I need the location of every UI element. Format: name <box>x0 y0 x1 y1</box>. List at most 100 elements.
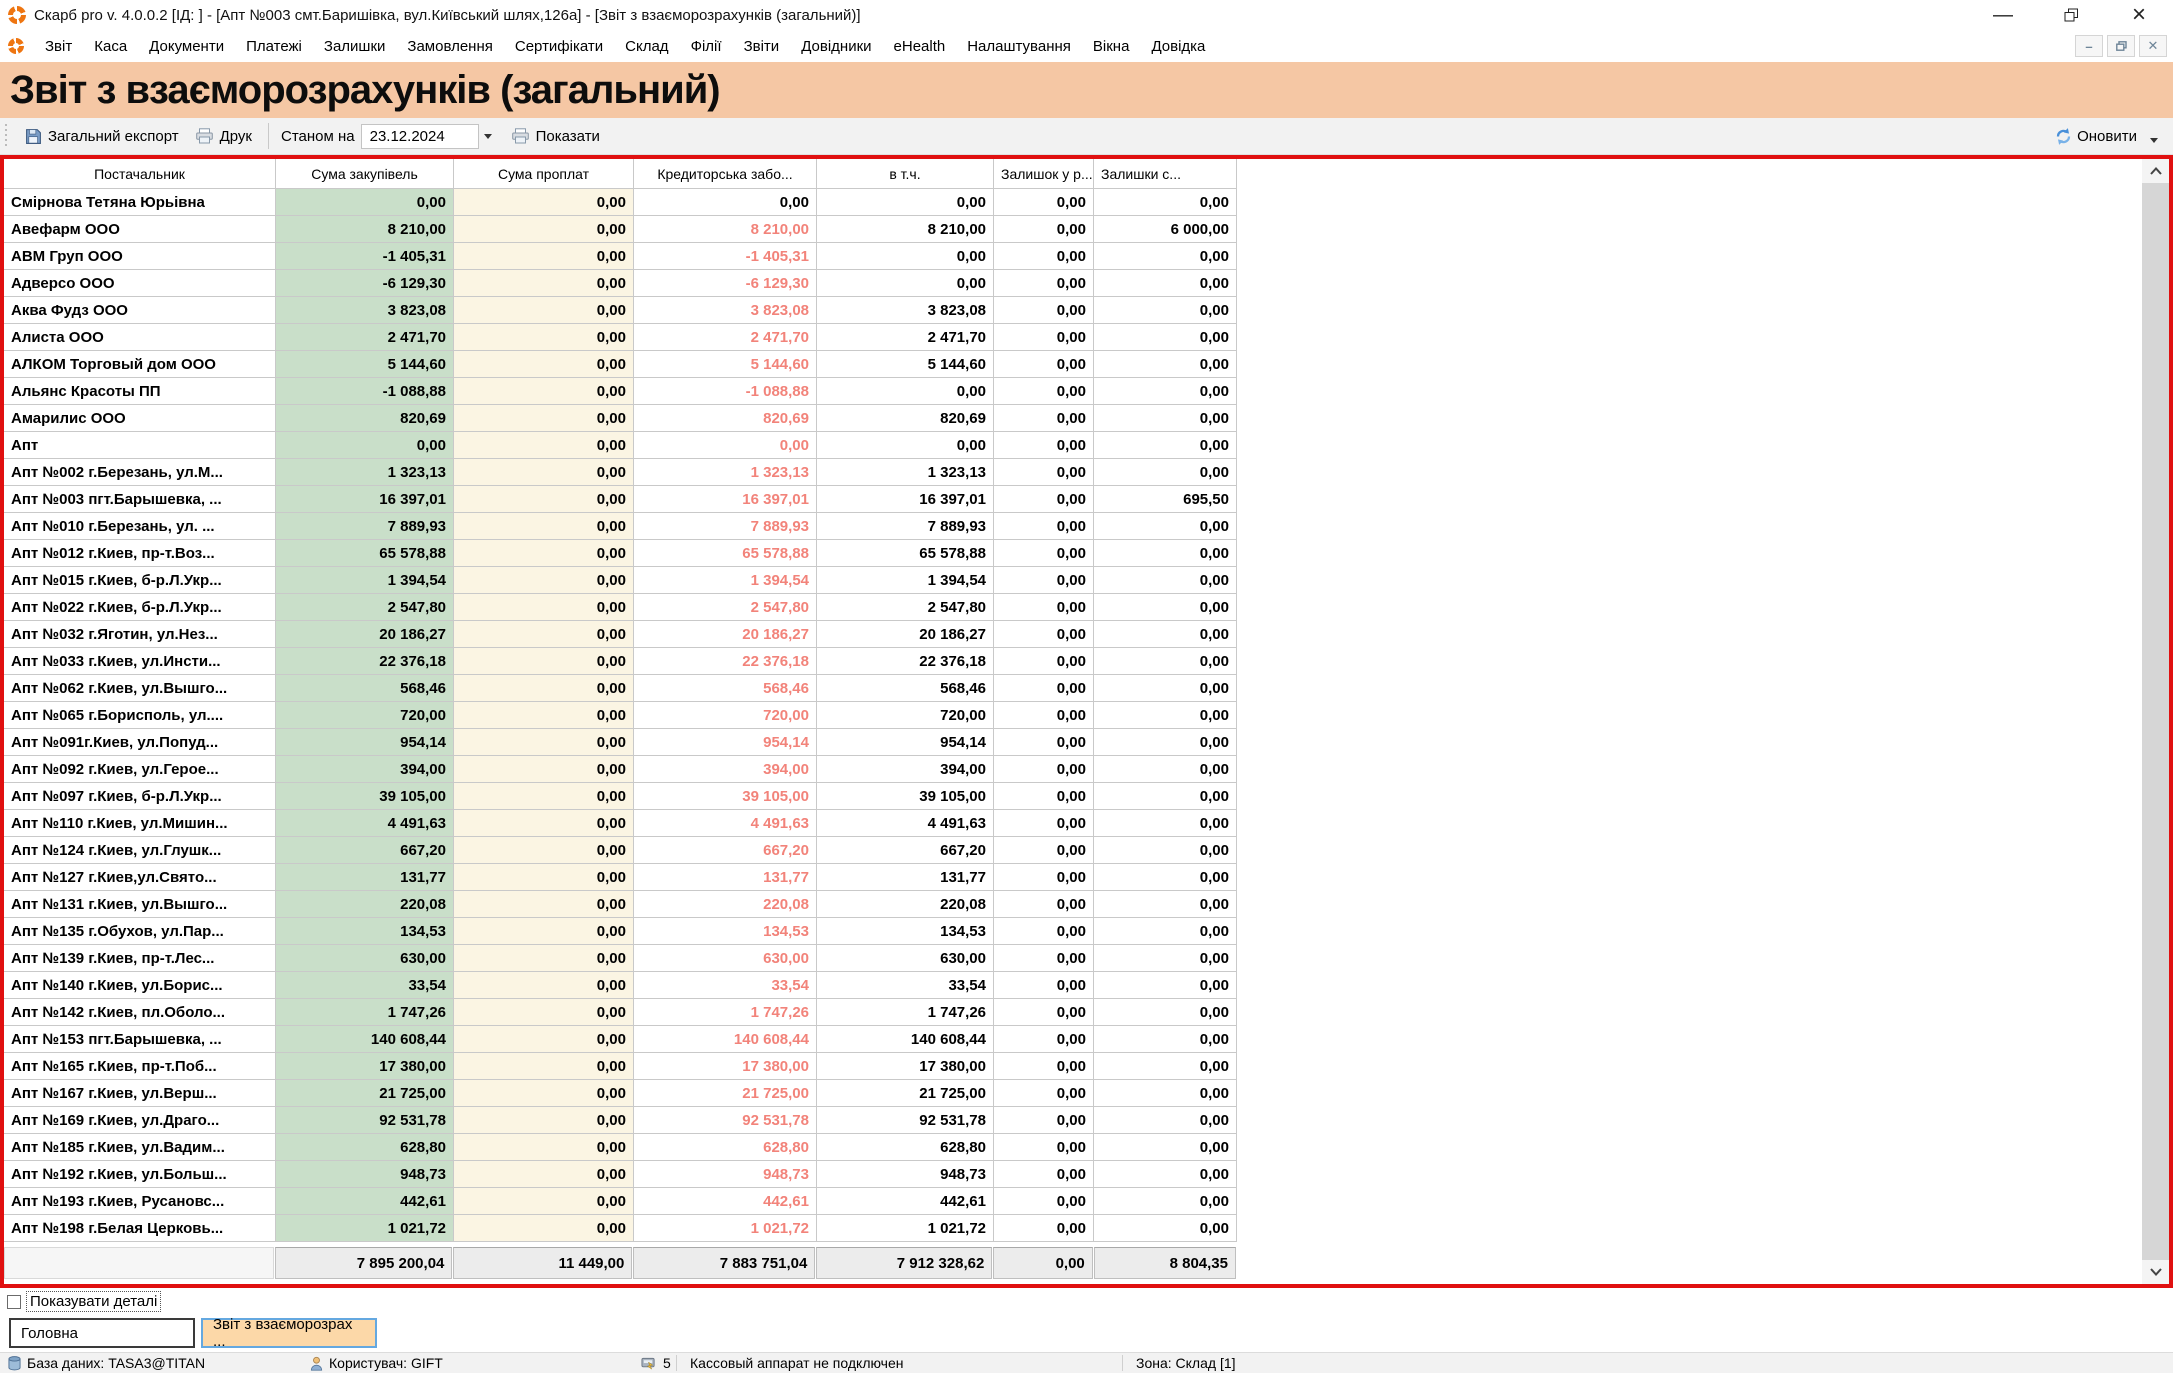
column-header[interactable]: в т.ч. <box>817 159 994 189</box>
close-button[interactable]: × <box>2105 0 2173 30</box>
table-row[interactable]: Апт №140 г.Киев, ул.Борис...33,540,0033,… <box>4 972 1237 999</box>
table-row[interactable]: Апт №062 г.Киев, ул.Вышго...568,460,0056… <box>4 675 1237 702</box>
table-row[interactable]: Апт №092 г.Киев, ул.Герое...394,000,0039… <box>4 756 1237 783</box>
table-row[interactable]: Апт №169 г.Киев, ул.Драго...92 531,780,0… <box>4 1107 1237 1134</box>
table-row[interactable]: Апт №135 г.Обухов, ул.Пар...134,530,0013… <box>4 918 1237 945</box>
menu-item[interactable]: Каса <box>83 34 138 59</box>
date-dropdown-button[interactable] <box>479 124 497 149</box>
table-row[interactable]: Апт №033 г.Киев, ул.Инсти...22 376,180,0… <box>4 648 1237 675</box>
table-row[interactable]: Апт №127 г.Киев,ул.Свято...131,770,00131… <box>4 864 1237 891</box>
menu-item[interactable]: Залишки <box>313 34 397 59</box>
column-header[interactable]: Сума проплат <box>454 159 634 189</box>
menu-item[interactable]: Філії <box>680 34 733 59</box>
table-row[interactable]: Аква Фудз ООО3 823,080,003 823,083 823,0… <box>4 297 1237 324</box>
menu-item[interactable]: Довідники <box>790 34 882 59</box>
balance-r-cell: 0,00 <box>994 621 1094 648</box>
payments-cell: 0,00 <box>454 1134 634 1161</box>
export-floppy-icon <box>25 128 42 145</box>
payments-cell: 0,00 <box>454 189 634 216</box>
menu-item[interactable]: Налаштування <box>956 34 1082 59</box>
supplier-cell: Апт №135 г.Обухов, ул.Пар... <box>4 918 276 945</box>
show-details-checkbox[interactable] <box>7 1295 21 1309</box>
table-row[interactable]: Алиста ООО2 471,700,002 471,702 471,700,… <box>4 324 1237 351</box>
statusbar-counter-segment: 5 <box>640 1353 671 1373</box>
restore-button[interactable] <box>2037 0 2105 30</box>
balance-s-cell: 0,00 <box>1094 918 1237 945</box>
refresh-dropdown-button[interactable] <box>2145 128 2163 153</box>
column-header[interactable]: Залишки с... <box>1094 159 1237 189</box>
mdi-minimize-button[interactable]: – <box>2075 35 2103 57</box>
scroll-up-button[interactable] <box>2142 159 2169 183</box>
table-row[interactable]: Апт №022 г.Киев, б-р.Л.Укр...2 547,800,0… <box>4 594 1237 621</box>
table-row[interactable]: Апт №010 г.Березань, ул. ...7 889,930,00… <box>4 513 1237 540</box>
window-tab[interactable]: Звіт з взаєморозрах ... <box>201 1318 377 1348</box>
table-row[interactable]: Апт №142 г.Киев, пл.Оболо...1 747,260,00… <box>4 999 1237 1026</box>
table-row[interactable]: Апт №153 пгт.Барышевка, ...140 608,440,0… <box>4 1026 1237 1053</box>
table-row[interactable]: Адверсо ООО-6 129,300,00-6 129,300,000,0… <box>4 270 1237 297</box>
menu-item[interactable]: Звіт <box>34 34 83 59</box>
table-row[interactable]: Апт №165 г.Киев, пр-т.Поб...17 380,000,0… <box>4 1053 1237 1080</box>
table-row[interactable]: АЛКОМ Торговый дом ООО5 144,600,005 144,… <box>4 351 1237 378</box>
menu-item[interactable]: Документи <box>138 34 235 59</box>
menu-item[interactable]: Платежі <box>235 34 313 59</box>
table-row[interactable]: Авефарм ООО8 210,000,008 210,008 210,000… <box>4 216 1237 243</box>
creditor-debt-cell: 394,00 <box>634 756 817 783</box>
scroll-down-button[interactable] <box>2142 1260 2169 1284</box>
minimize-button[interactable]: — <box>1969 0 2037 30</box>
menu-item[interactable]: Замовлення <box>396 34 503 59</box>
table-row[interactable]: Апт №193 г.Киев, Русановс...442,610,0044… <box>4 1188 1237 1215</box>
table-row[interactable]: Апт №002 г.Березань, ул.М...1 323,130,00… <box>4 459 1237 486</box>
mdi-close-button[interactable]: ✕ <box>2139 35 2167 57</box>
table-row[interactable]: Апт №032 г.Яготин, ул.Нез...20 186,270,0… <box>4 621 1237 648</box>
column-header[interactable]: Постачальник <box>4 159 276 189</box>
mdi-restore-button[interactable] <box>2107 35 2135 57</box>
menu-item[interactable]: Сертифікати <box>504 34 614 59</box>
payments-cell: 0,00 <box>454 1107 634 1134</box>
supplier-cell: Апт <box>4 432 276 459</box>
table-row[interactable]: Апт №097 г.Киев, б-р.Л.Укр...39 105,000,… <box>4 783 1237 810</box>
table-row[interactable]: Апт №015 г.Киев, б-р.Л.Укр...1 394,540,0… <box>4 567 1237 594</box>
table-row[interactable]: Апт №003 пгт.Барышевка, ...16 397,010,00… <box>4 486 1237 513</box>
table-row[interactable]: Апт №167 г.Киев, ул.Верш...21 725,000,00… <box>4 1080 1237 1107</box>
table-row[interactable]: Апт №185 г.Киев, ул.Вадим...628,800,0062… <box>4 1134 1237 1161</box>
menu-item[interactable]: Звіти <box>733 34 791 59</box>
column-header[interactable]: Залишок у р... <box>994 159 1094 189</box>
report-date-input[interactable]: 23.12.2024 <box>361 124 479 149</box>
general-export-button[interactable]: Загальний експорт <box>17 124 187 149</box>
table-row[interactable]: Апт №198 г.Белая Церковь...1 021,720,001… <box>4 1215 1237 1242</box>
table-row[interactable]: Смірнова Тетяна Юрьівна0,000,000,000,000… <box>4 189 1237 216</box>
menu-item[interactable]: Вікна <box>1082 34 1141 59</box>
creditor-debt-cell: 820,69 <box>634 405 817 432</box>
purchases-cell: 7 889,93 <box>276 513 454 540</box>
table-row[interactable]: Апт №110 г.Киев, ул.Мишин...4 491,630,00… <box>4 810 1237 837</box>
print-button[interactable]: Друк <box>187 124 260 149</box>
table-row[interactable]: Апт №192 г.Киев, ул.Больш...948,730,0094… <box>4 1161 1237 1188</box>
toolbar-grip-handle[interactable] <box>4 124 9 148</box>
menu-item[interactable]: Довідка <box>1140 34 1216 59</box>
table-row[interactable]: Альянс Красоты ПП-1 088,880,00-1 088,880… <box>4 378 1237 405</box>
table-row[interactable]: Апт0,000,000,000,000,000,00 <box>4 432 1237 459</box>
payments-cell: 0,00 <box>454 945 634 972</box>
table-row[interactable]: Амарилис ООО820,690,00820,69820,690,000,… <box>4 405 1237 432</box>
menu-item[interactable]: eHealth <box>883 34 957 59</box>
show-button[interactable]: Показати <box>503 124 608 149</box>
table-row[interactable]: Апт №131 г.Киев, ул.Вышго...220,080,0022… <box>4 891 1237 918</box>
table-row[interactable]: Апт №091г.Киев, ул.Попуд...954,140,00954… <box>4 729 1237 756</box>
show-details-label[interactable]: Показувати деталі <box>26 1291 161 1312</box>
open-window-tabs: ГоловнаЗвіт з взаєморозрах ... <box>0 1315 2173 1352</box>
table-row[interactable]: Апт №124 г.Киев, ул.Глушк...667,200,0066… <box>4 837 1237 864</box>
purchases-cell: 20 186,27 <box>276 621 454 648</box>
window-tab[interactable]: Головна <box>9 1318 195 1348</box>
table-row[interactable]: Апт №139 г.Киев, пр-т.Лес...630,000,0063… <box>4 945 1237 972</box>
table-row[interactable]: Апт №012 г.Киев, пр-т.Воз...65 578,880,0… <box>4 540 1237 567</box>
column-header[interactable]: Сума закупівель <box>276 159 454 189</box>
menu-item[interactable]: Склад <box>614 34 679 59</box>
scrollbar-track[interactable] <box>2142 183 2169 1260</box>
table-row[interactable]: АВМ Груп ООО-1 405,310,00-1 405,310,000,… <box>4 243 1237 270</box>
column-header[interactable]: Кредиторська забо... <box>634 159 817 189</box>
refresh-button[interactable]: Оновити <box>2046 123 2145 150</box>
including-cell: 17 380,00 <box>817 1053 994 1080</box>
vertical-scrollbar[interactable] <box>2142 159 2169 1284</box>
creditor-debt-cell: -1 405,31 <box>634 243 817 270</box>
table-row[interactable]: Апт №065 г.Борисполь, ул....720,000,0072… <box>4 702 1237 729</box>
